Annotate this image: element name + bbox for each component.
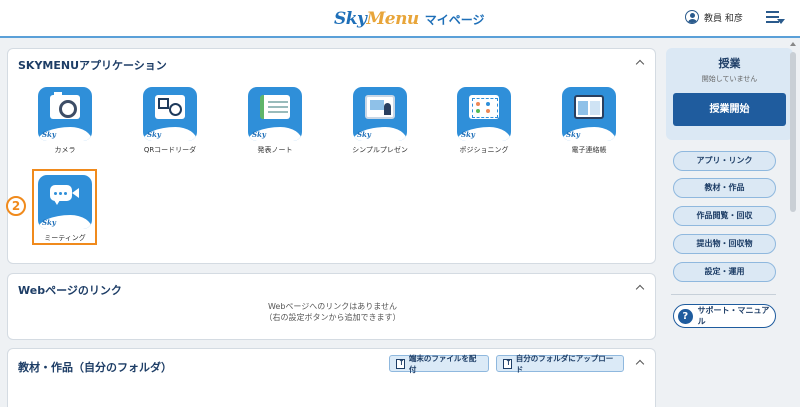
view-collect-button[interactable]: 作品閲覧・回収 [673, 206, 776, 226]
positioning-icon: Sky [457, 87, 511, 141]
app-positioning[interactable]: Sky ポジショニング [451, 87, 517, 155]
web-links-empty-message: Webページへのリンクはありません （右の設定ボタンから追加できます） [8, 301, 657, 323]
materials-panel: 教材・作品（自分のフォルダ） 端末のファイルを配付 自分のフォルダにアップロード [7, 348, 656, 407]
distribute-label: 端末のファイルを配付 [408, 353, 477, 374]
empty-line-1: Webページへのリンクはありません [267, 302, 398, 311]
empty-line-2: （右の設定ボタンから追加できます） [264, 313, 401, 322]
app-electronic-notebook[interactable]: Sky 電子連絡帳 [556, 87, 622, 155]
distribute-icon [396, 358, 405, 369]
app-camera[interactable]: Sky カメラ [32, 87, 98, 155]
materials-button[interactable]: 教材・作品 [673, 178, 776, 198]
user-icon [685, 10, 699, 24]
app-link-button[interactable]: アプリ・リンク [673, 151, 776, 171]
logo-wordmark: SkyMenu [334, 9, 419, 29]
settings-button[interactable]: 設定・運用 [673, 262, 776, 282]
skymenu-logo[interactable]: SkyMenu マイページ [334, 6, 485, 32]
web-links-panel: Webページのリンク Webページへのリンクはありません （右の設定ボタンから追… [7, 273, 656, 340]
scrollbar-thumb[interactable] [790, 52, 796, 212]
app-label: カメラ [54, 146, 76, 154]
class-status: 開始していません [701, 75, 758, 83]
materials-title: 教材・作品（自分のフォルダ） [18, 361, 172, 374]
hamburger-menu-icon[interactable] [766, 11, 785, 25]
support-label: サポート・マニュアル [697, 306, 770, 326]
camera-icon: Sky [38, 87, 92, 141]
class-title: 授業 [718, 57, 741, 70]
collapse-materials-icon[interactable] [636, 358, 645, 367]
logo-sky: Sky [334, 9, 367, 29]
qr-reader-icon: Sky [143, 87, 197, 141]
top-header: SkyMenu マイページ 教員 和彦 [0, 0, 800, 38]
board-icon: Sky [562, 87, 616, 141]
user-name: 教員 和彦 [704, 13, 743, 24]
apps-panel-title: SKYMENUアプリケーション [18, 59, 167, 72]
collapse-web-links-icon[interactable] [636, 283, 645, 292]
support-manual-button[interactable]: ? サポート・マニュアル [673, 304, 776, 328]
start-class-button[interactable]: 授業開始 [673, 93, 786, 126]
app-simple-presentation[interactable]: Sky シンプルプレゼン [347, 87, 413, 155]
upload-label: 自分のフォルダにアップロード [515, 353, 614, 374]
collapse-apps-icon[interactable] [636, 58, 645, 67]
note-icon: Sky [248, 87, 302, 141]
web-links-title: Webページのリンク [18, 284, 122, 297]
distribute-files-button[interactable]: 端末のファイルを配付 [389, 353, 489, 374]
logo-menu: Menu [366, 9, 419, 29]
submissions-button[interactable]: 提出物・回収物 [673, 234, 776, 254]
app-label: QRコードリーダ [143, 146, 197, 154]
apps-panel: SKYMENUアプリケーション Sky カメラ Sky QRコードリーダ Sky… [7, 48, 656, 264]
help-icon: ? [678, 308, 693, 324]
app-presentation-note[interactable]: Sky 発表ノート [242, 87, 308, 155]
meeting-highlight-box [32, 169, 97, 245]
step-number-badge: 2 [6, 196, 26, 216]
app-label: シンプルプレゼン [352, 146, 408, 154]
presentation-icon: Sky [353, 87, 407, 141]
scroll-up-arrow-icon[interactable] [789, 40, 797, 48]
app-label: 電子連絡帳 [571, 146, 607, 154]
class-card: 授業 開始していません 授業開始 [666, 48, 793, 140]
app-label: 発表ノート [257, 146, 293, 154]
sidebar-divider [671, 294, 776, 295]
page-title: マイページ [424, 12, 485, 27]
upload-icon [503, 358, 512, 369]
user-account[interactable]: 教員 和彦 [685, 10, 743, 24]
app-qr-reader[interactable]: Sky QRコードリーダ [137, 87, 203, 155]
upload-folder-button[interactable]: 自分のフォルダにアップロード [496, 353, 624, 374]
app-label: ポジショニング [459, 146, 509, 154]
